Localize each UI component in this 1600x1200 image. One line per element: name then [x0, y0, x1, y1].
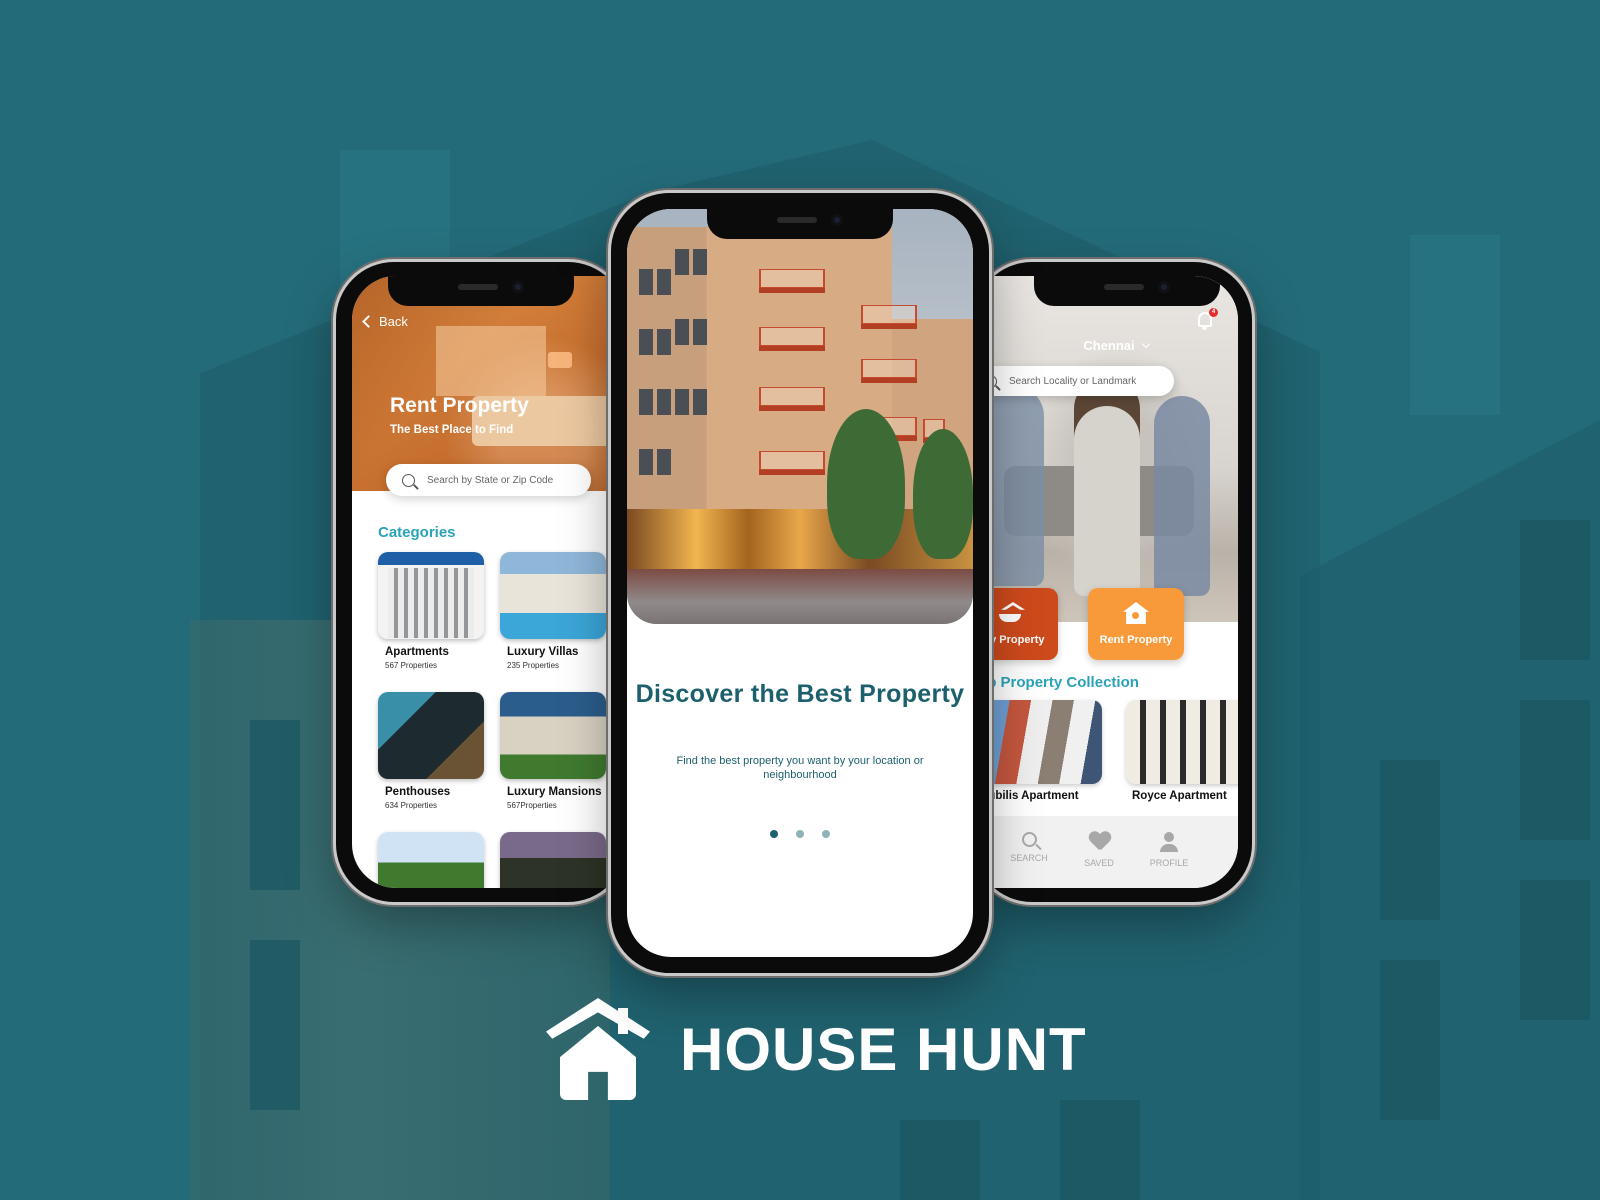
pagination-dots: [627, 830, 973, 838]
modern-house-image: [500, 832, 606, 888]
onboarding-title: Discover the Best Property: [635, 680, 965, 708]
penthouses-image: [378, 692, 484, 779]
city-selector[interactable]: Chennai: [974, 338, 1238, 353]
bell-icon[interactable]: 4: [1198, 308, 1218, 330]
collection-heading: Top Property Collection: [974, 674, 1139, 691]
search-input[interactable]: Search Locality or Landmark: [974, 366, 1174, 396]
category-card-luxury-villas[interactable]: Luxury Villas 235 Properties: [500, 552, 606, 670]
onboarding-screen: Discover the Best Property Find the best…: [627, 209, 973, 957]
category-card-apartments[interactable]: Apartments 567 Properties: [378, 552, 484, 670]
rent-property-button[interactable]: Rent Property: [1088, 588, 1184, 660]
category-card-partial[interactable]: [500, 832, 606, 888]
chevron-left-icon: [362, 315, 375, 328]
house-icon: [546, 998, 650, 1100]
property-card-hubilis[interactable]: Hubilis Apartment: [974, 700, 1102, 802]
hubilis-apartment-image: [974, 700, 1102, 784]
category-card-luxury-mansions[interactable]: Luxury Mansions 567Properties: [500, 692, 606, 810]
chevron-down-icon: [1141, 339, 1150, 349]
page-title: Rent Property: [390, 394, 529, 417]
house-key-icon: [1123, 602, 1149, 624]
nav-search[interactable]: SEARCH: [994, 816, 1064, 888]
phone-notch: [1034, 276, 1221, 306]
page-dot-2[interactable]: [796, 830, 804, 838]
search-input[interactable]: Search by State or Zip Code: [386, 464, 591, 496]
home-screen: Chennai 4 Search Locality or Landmark Bu…: [974, 276, 1238, 888]
nav-saved[interactable]: SAVED: [1064, 816, 1134, 888]
heart-icon: [1089, 832, 1109, 852]
living-room-hero-image: [352, 276, 626, 491]
user-icon: [1159, 832, 1179, 852]
notification-badge: 4: [1209, 308, 1218, 317]
royce-apartment-image: [1126, 700, 1238, 784]
phone-notch: [707, 209, 893, 239]
brand-logo: HOUSE HUNT: [546, 998, 1087, 1100]
page-dot-3[interactable]: [822, 830, 830, 838]
back-button[interactable]: Back: [362, 314, 408, 329]
categories-heading: Categories: [378, 524, 456, 541]
category-card-penthouses[interactable]: Penthouses 634 Properties: [378, 692, 484, 810]
apartment-building-hero-image: [627, 209, 973, 624]
search-icon: [1021, 832, 1037, 847]
onboarding-subtitle: Find the best property you want by your …: [676, 755, 924, 781]
phone-rent-property: Back Rent Property The Best Place to Fin…: [336, 262, 626, 902]
category-card-partial[interactable]: [378, 832, 484, 888]
apartments-image: [378, 552, 484, 639]
bottom-navigation: HOME SEARCH SAVED PROFILE: [974, 816, 1238, 888]
family-hero-image: [974, 276, 1238, 622]
phone-home: Chennai 4 Search Locality or Landmark Bu…: [974, 262, 1252, 902]
nav-profile[interactable]: PROFILE: [1134, 816, 1204, 888]
cottage-image: [378, 832, 484, 888]
page-dot-1[interactable]: [770, 830, 778, 838]
rent-property-screen: Back Rent Property The Best Place to Fin…: [352, 276, 626, 888]
hand-house-icon: [997, 602, 1023, 624]
brand-name: HOUSE HUNT: [680, 1015, 1087, 1083]
luxury-villas-image: [500, 552, 606, 639]
phone-onboarding: Discover the Best Property Find the best…: [611, 193, 989, 973]
luxury-mansions-image: [500, 692, 606, 779]
search-icon: [402, 473, 415, 487]
page-subtitle: The Best Place to Find: [390, 424, 514, 436]
property-card-royce[interactable]: Royce Apartment: [1126, 700, 1238, 802]
phone-notch: [387, 276, 574, 306]
